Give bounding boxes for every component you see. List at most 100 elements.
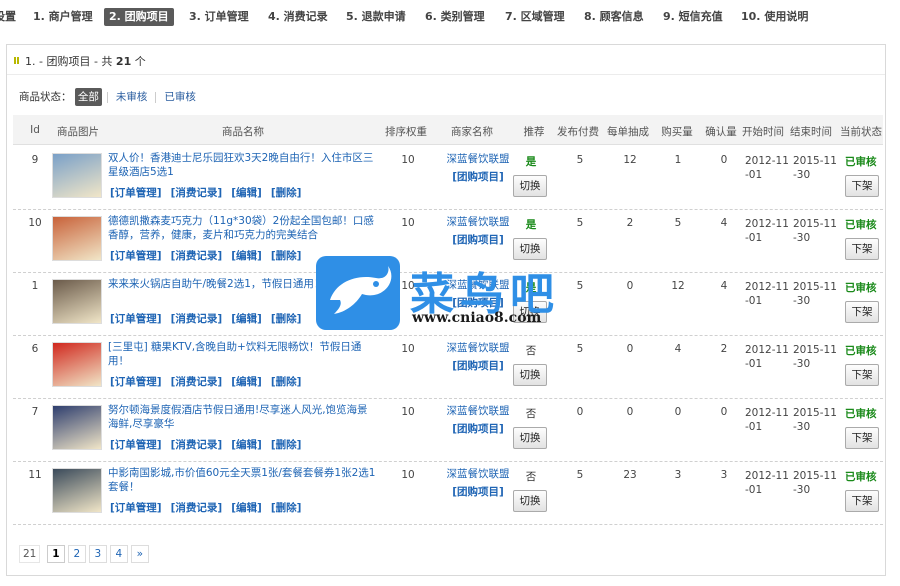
consumption-link[interactable]: [消费记录]: [171, 439, 223, 451]
end-date: 2015-11-30: [793, 344, 837, 370]
page-link-1[interactable]: 2: [67, 545, 86, 563]
watermark-url: www.cniao8.com: [412, 310, 542, 326]
end-date: 2015-11-30: [793, 155, 837, 181]
panel-header: 1. - 团购项目 - 共 21 个: [7, 45, 885, 75]
edit-link[interactable]: [编辑]: [231, 376, 262, 388]
take-off-shelf-button[interactable]: 下架: [845, 490, 879, 512]
product-name-link[interactable]: 努尔顿海景度假酒店节假日通用!尽享迷人风光,饱览海景海鲜,尽享豪华: [108, 403, 378, 431]
consumption-link[interactable]: [消费记录]: [171, 376, 223, 388]
toggle-recommend-button[interactable]: 切换: [513, 490, 547, 512]
nav-item-9[interactable]: 9. 短信充值: [663, 8, 723, 26]
delete-link[interactable]: [删除]: [271, 313, 302, 325]
orders-link[interactable]: [订单管理]: [110, 187, 162, 199]
consumption-link[interactable]: [消费记录]: [171, 250, 223, 262]
confirm-count: 4: [720, 217, 728, 229]
product-thumbnail[interactable]: [52, 468, 102, 513]
nav-item-2[interactable]: 2. 团购项目: [104, 8, 174, 26]
edit-link[interactable]: [编辑]: [231, 439, 262, 451]
row-actions: [订单管理] [消费记录] [编辑] [删除]: [110, 311, 310, 326]
nav-item-3[interactable]: 3. 订单管理: [189, 8, 249, 26]
start-date: 2012-11-01: [745, 155, 789, 181]
product-thumbnail[interactable]: [52, 153, 102, 198]
delete-link[interactable]: [删除]: [271, 187, 302, 199]
top-navigation: 设置 1. 商户管理 2. 团购项目 3. 订单管理 4. 消费记录 5. 退款申请 6. …: [0, 0, 900, 32]
filter-option-0[interactable]: 全部: [74, 88, 102, 106]
merchant-name-link[interactable]: 深蓝餐饮联盟: [437, 403, 519, 418]
start-date: 2012-11-01: [745, 218, 789, 244]
title-marker-icon: [14, 57, 19, 64]
consumption-link[interactable]: [消费记录]: [171, 187, 223, 199]
purchase-count: 0: [674, 406, 682, 418]
merchant-project-link[interactable]: [团购项目]: [443, 421, 513, 436]
column-header-0: Id: [30, 124, 40, 136]
sort-weight: 10: [401, 154, 415, 166]
merchant-project-link[interactable]: [团购项目]: [443, 358, 513, 373]
filter-separator: [106, 91, 108, 103]
take-off-shelf-button[interactable]: 下架: [845, 364, 879, 386]
product-thumbnail[interactable]: [52, 405, 102, 450]
nav-item-6[interactable]: 6. 类别管理: [425, 8, 485, 26]
nav-item-4[interactable]: 4. 消费记录: [268, 8, 328, 26]
merchant-project-link[interactable]: [团购项目]: [443, 169, 513, 184]
nav-item-10[interactable]: 10. 使用说明: [741, 8, 808, 26]
nav-item-8[interactable]: 8. 顾客信息: [584, 8, 644, 26]
consumption-link[interactable]: [消费记录]: [171, 502, 223, 514]
toggle-recommend-button[interactable]: 切换: [513, 427, 547, 449]
take-off-shelf-button[interactable]: 下架: [845, 238, 879, 260]
take-off-shelf-button[interactable]: 下架: [845, 301, 879, 323]
merchant-project-link[interactable]: [团购项目]: [443, 232, 513, 247]
purchase-count: 1: [674, 154, 682, 166]
purchase-count: 3: [674, 469, 682, 481]
publish-fee: 5: [576, 469, 584, 481]
merchant-project-link[interactable]: [团购项目]: [443, 484, 513, 499]
product-name-link[interactable]: 双人价！香港迪士尼乐园狂欢3天2晚自由行！入住市区三星级酒店5选1: [108, 151, 378, 179]
commission: 12: [623, 154, 637, 166]
product-name-link[interactable]: 中影南国影城,市价值60元全天票1张/套餐套餐券1张2选1套餐！: [108, 466, 378, 494]
title-prefix: 1. - 团购项目 - 共: [25, 55, 113, 68]
orders-link[interactable]: [订单管理]: [110, 439, 162, 451]
delete-link[interactable]: [删除]: [271, 376, 302, 388]
edit-link[interactable]: [编辑]: [231, 502, 262, 514]
product-thumbnail[interactable]: [52, 216, 102, 261]
edit-link[interactable]: [编辑]: [231, 187, 262, 199]
nav-item-5[interactable]: 5. 退款申请: [346, 8, 406, 26]
consumption-link[interactable]: [消费记录]: [171, 313, 223, 325]
product-thumbnail[interactable]: [52, 279, 102, 324]
merchant-name-link[interactable]: 深蓝餐饮联盟: [437, 214, 519, 229]
delete-link[interactable]: [删除]: [271, 502, 302, 514]
orders-link[interactable]: [订单管理]: [110, 250, 162, 262]
row-id: 9: [31, 154, 39, 166]
nav-item-0[interactable]: 设置: [0, 8, 16, 26]
merchant-name-link[interactable]: 深蓝餐饮联盟: [437, 151, 519, 166]
merchant-name-link[interactable]: 深蓝餐饮联盟: [437, 340, 519, 355]
end-date: 2015-11-30: [793, 218, 837, 244]
toggle-recommend-button[interactable]: 切换: [513, 175, 547, 197]
orders-link[interactable]: [订单管理]: [110, 313, 162, 325]
filter-option-1[interactable]: 未审核: [113, 88, 151, 106]
publish-fee: 5: [576, 343, 584, 355]
nav-item-1[interactable]: 1. 商户管理: [33, 8, 93, 26]
row-id: 6: [31, 343, 39, 355]
filter-option-2[interactable]: 已审核: [161, 88, 199, 106]
delete-link[interactable]: [删除]: [271, 439, 302, 451]
start-date: 2012-11-01: [745, 407, 789, 433]
merchant-name-link[interactable]: 深蓝餐饮联盟: [437, 466, 519, 481]
page-link-0[interactable]: 1: [46, 545, 65, 563]
product-name-link[interactable]: 德德凯撒森麦巧克力（11g*30袋）2份起全国包邮！口感香醇，营养，健康，麦片和…: [108, 214, 378, 242]
take-off-shelf-button[interactable]: 下架: [845, 175, 879, 197]
take-off-shelf-button[interactable]: 下架: [845, 427, 879, 449]
recommend-flag: 否: [525, 408, 537, 420]
product-name-link[interactable]: [三里屯] 糖果KTV,含晚自助+饮料无限畅饮！节假日通用！: [108, 340, 378, 368]
toggle-recommend-button[interactable]: 切换: [513, 364, 547, 386]
product-thumbnail[interactable]: [52, 342, 102, 387]
orders-link[interactable]: [订单管理]: [110, 376, 162, 388]
edit-link[interactable]: [编辑]: [231, 250, 262, 262]
page-link-2[interactable]: 3: [88, 545, 107, 563]
page-link-3[interactable]: 4: [109, 545, 128, 563]
commission: 0: [626, 280, 634, 292]
orders-link[interactable]: [订单管理]: [110, 502, 162, 514]
delete-link[interactable]: [删除]: [271, 250, 302, 262]
nav-item-7[interactable]: 7. 区域管理: [505, 8, 565, 26]
page-link-4[interactable]: »: [130, 545, 149, 563]
edit-link[interactable]: [编辑]: [231, 313, 262, 325]
